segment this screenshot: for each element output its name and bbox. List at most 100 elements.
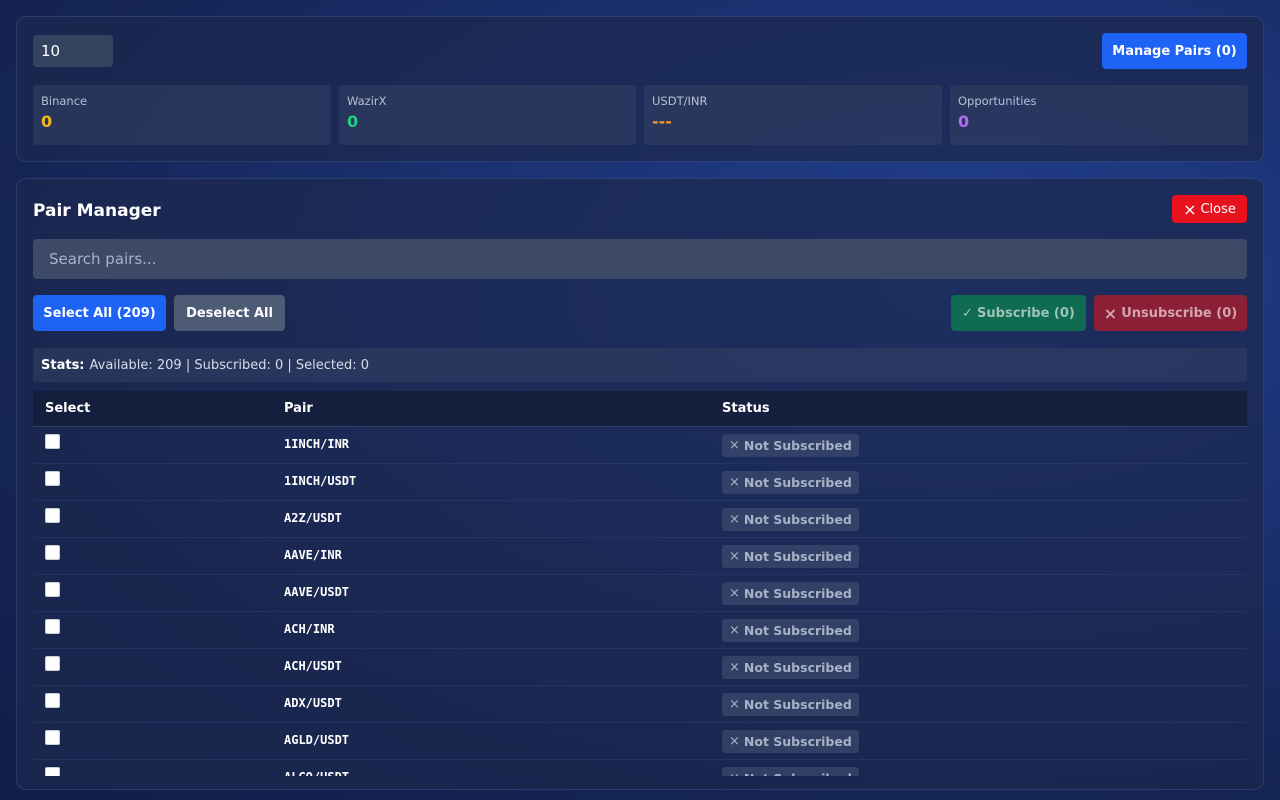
close-icon: × — [1103, 303, 1118, 323]
table-row[interactable]: ACH/INR × Not Subscribed — [33, 612, 1247, 649]
status-text: Not Subscribed — [743, 696, 852, 712]
column-header-pair: Pair — [284, 401, 313, 416]
close-icon: × — [729, 548, 740, 564]
pair-name: ADX/USDT — [284, 695, 342, 710]
deselect-all-button[interactable]: Deselect All — [174, 295, 285, 331]
status-text: Not Subscribed — [743, 733, 852, 749]
close-button[interactable]: × Close — [1172, 195, 1247, 223]
select-cell — [33, 655, 272, 671]
pair-name: 1INCH/INR — [284, 436, 350, 451]
stat-label: Opportunities — [958, 94, 1037, 108]
status-badge: ×Not Subscribed — [722, 470, 859, 494]
close-icon: × — [729, 585, 740, 601]
status-badge: ×Not Subscribed — [722, 433, 859, 457]
status-badge: ×Not Subscribed — [722, 766, 859, 777]
select-cell — [33, 766, 272, 776]
status-cell: ×Not Subscribed — [710, 766, 1247, 777]
status-cell: ×Not Subscribed — [710, 618, 1247, 642]
close-icon: × — [729, 437, 740, 453]
row-checkbox[interactable] — [45, 507, 60, 523]
select-all-button[interactable]: Select All (209) — [33, 295, 166, 331]
row-checkbox[interactable] — [45, 766, 60, 776]
manage-pairs-button[interactable]: Manage Pairs (0) — [1102, 33, 1247, 69]
search-input[interactable] — [33, 239, 1247, 279]
status-cell: ×Not Subscribed — [710, 729, 1247, 753]
row-checkbox[interactable] — [45, 692, 60, 708]
status-cell: ×Not Subscribed — [710, 655, 1247, 679]
row-checkbox[interactable] — [45, 581, 60, 597]
stat-label: USDT/INR — [652, 94, 708, 108]
row-checkbox[interactable] — [45, 729, 60, 745]
select-cell — [33, 692, 272, 708]
row-checkbox[interactable] — [45, 655, 60, 671]
stat-label: Binance — [41, 94, 88, 108]
pair-cell: ADX/USDT — [272, 695, 710, 710]
stat-card-usdt-inr: USDT/INR --- — [644, 85, 942, 145]
stat-value: 0 — [347, 112, 359, 131]
table-row[interactable]: 1INCH/INR × Not Subscribed — [33, 427, 1247, 464]
stats-label: Stats: — [41, 357, 85, 373]
table-row[interactable]: ADX/USDT × Not Subscribed — [33, 686, 1247, 723]
pair-cell: ALGO/USDT — [272, 770, 710, 777]
table-header: Select Pair Status — [33, 391, 1247, 427]
close-icon: × — [729, 733, 740, 749]
status-badge: ×Not Subscribed — [722, 729, 859, 753]
status-badge: ×Not Subscribed — [722, 507, 859, 531]
stat-value: 0 — [41, 112, 53, 131]
table-row[interactable]: AAVE/INR × Not Subscribed — [33, 538, 1247, 575]
status-text: Not Subscribed — [743, 585, 852, 601]
count-input[interactable] — [33, 35, 113, 67]
table-row[interactable]: 1INCH/USDT × Not Subscribed — [33, 464, 1247, 501]
status-text: Not Subscribed — [743, 511, 852, 527]
pairs-table: Select Pair Status 1INCH/INR × Not Subscri… — [33, 391, 1247, 776]
status-text: Not Subscribed — [743, 437, 852, 453]
status-text: Not Subscribed — [744, 771, 852, 777]
pair-name: ACH/USDT — [284, 658, 342, 673]
status-cell: ×Not Subscribed — [710, 433, 1247, 457]
row-checkbox[interactable] — [45, 618, 60, 634]
close-icon: × — [729, 659, 740, 675]
stat-card-wazirx: WazirX 0 — [339, 85, 636, 145]
status-text: Not Subscribed — [743, 659, 852, 675]
table-row[interactable]: ALGO/USDT × Not Subscribed — [33, 760, 1247, 776]
status-text: Not Subscribed — [743, 548, 852, 564]
status-cell: ×Not Subscribed — [710, 544, 1247, 568]
table-row[interactable]: A2Z/USDT × Not Subscribed — [33, 501, 1247, 538]
pair-name: ALGO/USDT — [284, 770, 710, 777]
select-cell — [33, 618, 272, 634]
status-cell: ×Not Subscribed — [710, 581, 1247, 605]
row-checkbox[interactable] — [45, 470, 60, 486]
close-icon: × — [729, 696, 740, 712]
table-row[interactable]: AGLD/USDT × Not Subscribed — [33, 723, 1247, 760]
unsubscribe-label: Unsubscribe (0) — [1121, 305, 1238, 321]
row-checkbox[interactable] — [45, 544, 60, 560]
table-body: 1INCH/INR × Not Subscribed 1INCH/USDT × Not S… — [33, 427, 1247, 776]
panel-title: Pair Manager — [33, 201, 161, 221]
close-label: Close — [1200, 201, 1236, 217]
select-cell — [33, 507, 272, 523]
pair-name: 1INCH/USDT — [284, 473, 357, 488]
column-header-select: Select — [45, 401, 91, 416]
close-icon: × — [1183, 199, 1197, 219]
subscribe-button[interactable]: ✓ Subscribe (0) — [951, 295, 1086, 331]
status-cell: ×Not Subscribed — [710, 507, 1247, 531]
pair-name: AGLD/USDT — [284, 732, 350, 747]
pair-cell: 1INCH/USDT — [272, 473, 710, 488]
pair-manager-panel: Pair Manager × Close Select All (209) De… — [16, 178, 1264, 790]
pair-cell: ACH/USDT — [272, 658, 710, 673]
pair-cell: 1INCH/INR — [272, 436, 710, 451]
close-icon: × — [729, 511, 740, 527]
stat-value: --- — [652, 112, 672, 131]
status-cell: ×Not Subscribed — [710, 692, 1247, 716]
status-badge: ×Not Subscribed — [722, 655, 859, 679]
stats-bar: Stats: Available: 209 | Subscribed: 0 | … — [33, 348, 1247, 382]
pair-cell: AGLD/USDT — [272, 732, 710, 747]
table-row[interactable]: ACH/USDT × Not Subscribed — [33, 649, 1247, 686]
row-checkbox[interactable] — [45, 433, 60, 449]
pair-cell: AAVE/USDT — [272, 585, 710, 599]
table-row[interactable]: AAVE/USDT × Not Subscribed — [33, 575, 1247, 612]
pair-name: A2Z/USDT — [284, 510, 342, 525]
column-header-status: Status — [722, 401, 770, 416]
close-icon: × — [729, 622, 740, 638]
unsubscribe-button[interactable]: × Unsubscribe (0) — [1094, 295, 1247, 331]
